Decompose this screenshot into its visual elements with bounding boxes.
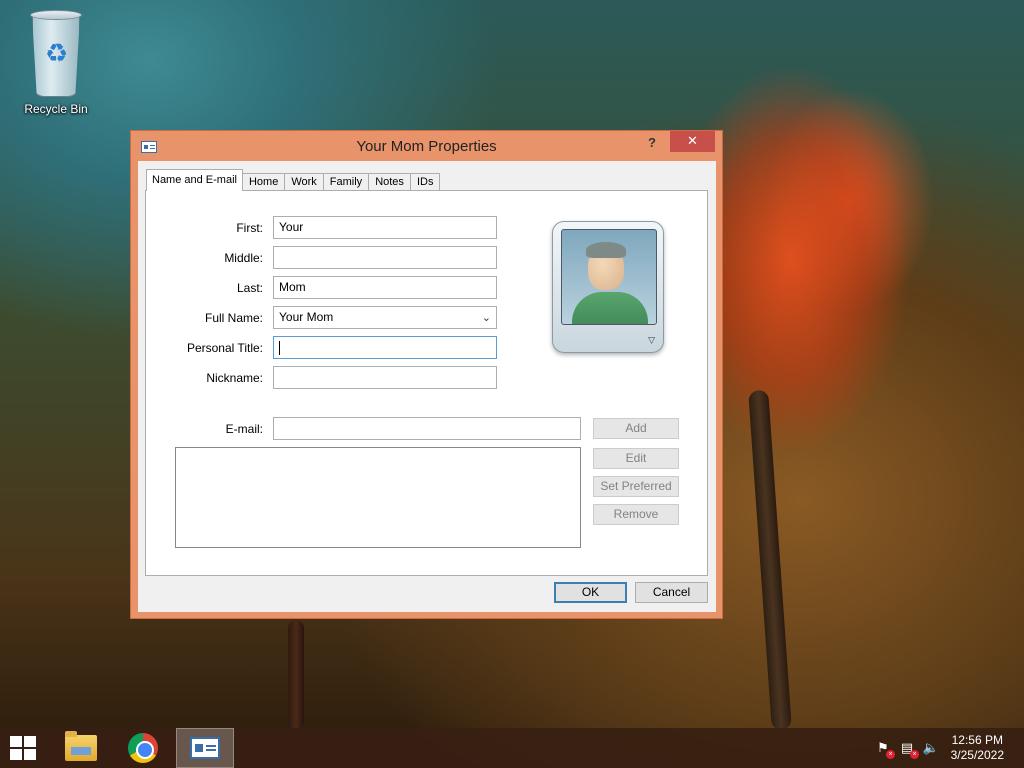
dialog-client-area: Name and E-mail Home Work Family Notes I… <box>138 161 716 612</box>
close-button[interactable]: ✕ <box>670 131 715 152</box>
full-name-label: Full Name: <box>204 311 263 325</box>
recycle-bin-icon <box>24 6 88 98</box>
last-name-input[interactable]: Mom <box>273 276 497 299</box>
volume-muted-icon[interactable]: 🔈 <box>922 740 940 756</box>
desktop-icon-label: Recycle Bin <box>24 102 88 116</box>
edit-email-button[interactable]: Edit <box>593 448 679 469</box>
taskbar-contacts[interactable] <box>176 728 234 768</box>
middle-name-input[interactable] <box>273 246 497 269</box>
system-tray: ⚑ × ▤ × 🔈 <box>870 728 950 768</box>
email-label: E-mail: <box>225 422 263 436</box>
nickname-label: Nickname: <box>206 371 263 385</box>
email-input[interactable] <box>273 417 581 440</box>
middle-label: Middle: <box>224 251 263 265</box>
contact-photo-button[interactable]: ▽ <box>552 221 664 353</box>
tab-notes[interactable]: Notes <box>368 173 411 191</box>
personal-title-input[interactable] <box>273 336 497 359</box>
chevron-down-icon: ⌄ <box>481 312 491 324</box>
add-email-button[interactable]: Add <box>593 418 679 439</box>
first-name-input[interactable]: Your <box>273 216 497 239</box>
text-caret <box>279 340 280 355</box>
clock-time: 12:56 PM <box>951 733 1003 747</box>
contact-card-icon <box>190 737 220 759</box>
contact-photo <box>561 229 657 325</box>
flag-alert-icon[interactable]: ⚑ × <box>874 740 895 759</box>
clock-date: 3/25/2022 <box>950 748 1004 762</box>
clock[interactable]: 12:56 PM 3/25/2022 <box>951 733 1004 763</box>
tab-ids[interactable]: IDs <box>409 173 441 191</box>
network-alert-icon[interactable]: ▤ × <box>898 740 919 759</box>
tab-name-and-email[interactable]: Name and E-mail <box>146 169 243 191</box>
taskbar: ⚑ × ▤ × 🔈 12:56 PM 3/25/2022 <box>0 728 1024 768</box>
ok-button[interactable]: OK <box>554 582 627 603</box>
taskbar-chrome[interactable] <box>114 728 172 768</box>
window-title: Your Mom Properties <box>356 138 497 155</box>
name-email-panel: First: Your Middle: Last: Mom Full Name:… <box>145 190 708 576</box>
start-button[interactable] <box>10 736 38 760</box>
chrome-icon <box>128 733 158 763</box>
wallpaper-flower-stem <box>748 389 792 731</box>
properties-window: Your Mom Properties ? ✕ Name and E-mail … <box>130 130 723 619</box>
wallpaper-flower-stem-2 <box>288 620 304 730</box>
personal-title-label: Personal Title: <box>186 341 263 355</box>
desktop-recycle-bin[interactable]: Recycle Bin <box>16 6 96 116</box>
full-name-select[interactable]: Your Mom ⌄ <box>273 306 497 329</box>
remove-email-button[interactable]: Remove <box>593 504 679 525</box>
taskbar-file-explorer[interactable] <box>52 728 110 768</box>
tab-family[interactable]: Family <box>322 173 370 191</box>
first-label: First: <box>236 221 263 235</box>
help-button[interactable]: ? <box>642 133 662 153</box>
set-preferred-button[interactable]: Set Preferred <box>593 476 679 497</box>
nickname-input[interactable] <box>273 366 497 389</box>
windows-logo-icon <box>10 736 22 747</box>
last-label: Last: <box>236 281 263 295</box>
folder-icon <box>65 731 97 761</box>
title-bar[interactable]: Your Mom Properties ? ✕ <box>131 131 722 161</box>
full-name-value: Your Mom <box>279 310 334 324</box>
tab-strip: Name and E-mail Home Work Family Notes I… <box>146 169 441 191</box>
cancel-button[interactable]: Cancel <box>635 582 708 603</box>
photo-dropdown-icon: ▽ <box>648 335 655 345</box>
email-list[interactable] <box>175 447 581 548</box>
tab-home[interactable]: Home <box>241 173 286 191</box>
tab-work[interactable]: Work <box>284 173 324 191</box>
